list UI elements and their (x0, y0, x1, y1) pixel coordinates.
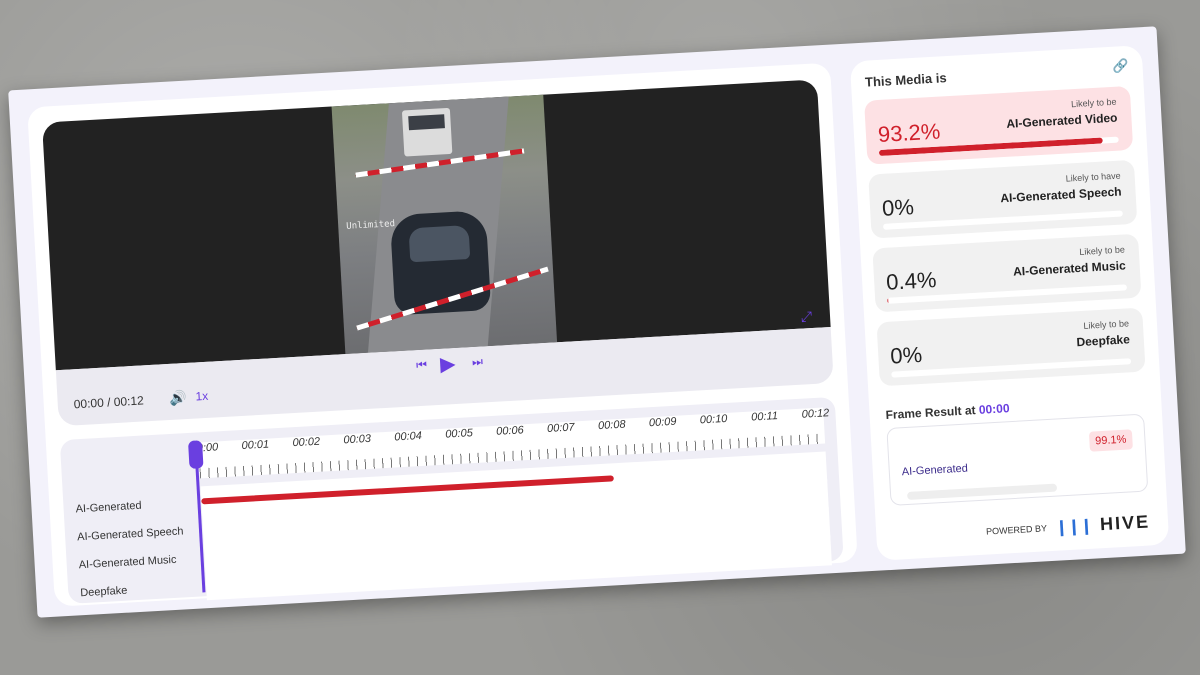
timeline-tick-label: 00:03 (343, 432, 372, 447)
result-likelihood: Likely to be (1079, 244, 1126, 257)
timeline-tick-label: 00:05 (444, 427, 474, 441)
powered-by-label: POWERED BY (985, 522, 1048, 537)
frame-item-label: AI-Generated (901, 462, 969, 479)
powered-by: POWERED BY ❙❙❙ HIVE (985, 511, 1151, 541)
frame-result-title: Frame Result at 00:00 (885, 401, 1010, 422)
playhead-handle[interactable] (188, 440, 204, 469)
car-window-graphic (408, 225, 471, 263)
timeline-tick-label: 00:10 (699, 412, 728, 427)
timeline-tick-label: 00:09 (648, 415, 677, 430)
timeline-tick-label: 00:08 (597, 418, 626, 433)
frame-item-score: 99.1% (1088, 429, 1133, 452)
result-percent: 0% (881, 194, 915, 221)
time-display: 00:00 / 00:12 (73, 393, 145, 412)
track-label: Deepfake (80, 584, 128, 600)
skip-back-icon[interactable]: ⏮ (416, 358, 428, 374)
result-percent: 93.2% (877, 118, 941, 148)
result-label: AI-Generated Video (1006, 110, 1118, 131)
result-likelihood: Likely to be (1083, 318, 1130, 331)
result-likelihood: Likely to be (1070, 96, 1117, 110)
play-icon[interactable]: ▶ (439, 351, 457, 377)
track-label: AI-Generated (75, 499, 142, 516)
result-card[interactable]: 0.4% Likely to be AI-Generated Music (872, 233, 1142, 313)
hive-logo-icon: ❙❙❙ (1054, 517, 1093, 537)
video-viewport[interactable]: Unlimited ⤢ (42, 79, 831, 371)
skip-forward-icon[interactable]: ⏭ (472, 354, 484, 370)
result-label: AI-Generated Music (1012, 258, 1127, 279)
timeline-tick-label: 00:04 (394, 429, 423, 444)
result-progress-bar (882, 210, 1123, 230)
frame-result-box: AI-Generated 99.1% (886, 413, 1149, 506)
result-card[interactable]: 93.2% Likely to be AI-Generated Video (864, 85, 1134, 165)
detection-timeline: 00:00 00:01 00:02 00:03 00:04 00:05 00:06 00:07… (59, 396, 844, 604)
media-player-card: Unlimited ⤢ 00:00 / 00:12 🔊 1x ⏮ ▶ ⏭ 00:… (27, 62, 858, 607)
screenshot-sheet: Unlimited ⤢ 00:00 / 00:12 🔊 1x ⏮ ▶ ⏭ 00:… (8, 26, 1186, 618)
result-progress-fill (887, 297, 889, 304)
result-likelihood: Likely to have (1065, 170, 1121, 184)
timeline-tick-label: 00:01 (241, 438, 270, 453)
frame-item-placeholder (906, 483, 1058, 500)
video-frame: Unlimited (331, 94, 558, 355)
result-percent: 0.4% (885, 267, 938, 295)
result-card[interactable]: 0% Likely to have AI-Generated Speech (868, 159, 1138, 239)
results-title: This Media is (864, 70, 947, 90)
frame-result-time: 00:00 (978, 401, 1010, 417)
volume-icon[interactable]: 🔊 (169, 389, 187, 407)
track-label: AI-Generated Speech (76, 525, 184, 544)
timeline-tick-label: 00:07 (546, 421, 575, 435)
results-list: 93.2% Likely to be AI-Generated Video 0% Lik… (850, 45, 1146, 387)
result-progress-bar (891, 358, 1132, 378)
truck-window-graphic (408, 114, 445, 131)
hive-brand: HIVE (1099, 511, 1151, 535)
result-card[interactable]: 0% Likely to be Deepfake (876, 307, 1146, 387)
timeline-tick-label: 00:11 (750, 410, 779, 424)
result-label: AI-Generated Speech (999, 184, 1122, 206)
timeline-tick-label: 00:02 (292, 435, 321, 450)
track-label: AI-Generated Music (78, 553, 177, 572)
timeline-tick-label: 00:06 (495, 424, 525, 438)
link-icon[interactable]: 🔗 (1112, 58, 1129, 75)
results-panel: This Media is 🔗 93.2% Likely to be AI-Gene… (849, 45, 1170, 561)
frame-result-label: Frame Result at (885, 403, 976, 423)
result-percent: 0% (889, 341, 923, 369)
result-label: Deepfake (1076, 332, 1131, 350)
playback-speed-button[interactable]: 1x (195, 389, 208, 404)
fullscreen-icon[interactable]: ⤢ (800, 308, 812, 326)
timeline-tick-label: 00:12 (801, 407, 830, 421)
